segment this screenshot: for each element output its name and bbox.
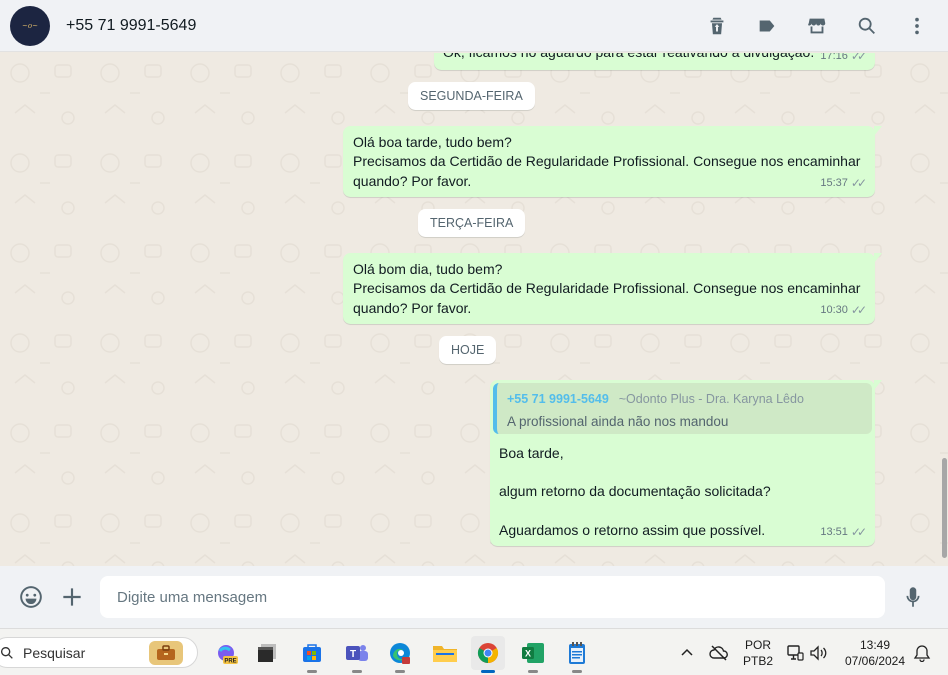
- chat-scrollbar[interactable]: [940, 53, 948, 566]
- folder-icon[interactable]: [428, 636, 462, 670]
- menu-icon[interactable]: [904, 13, 930, 39]
- app-indicator: [307, 670, 317, 673]
- mic-icon[interactable]: [899, 583, 927, 611]
- message-text: Boa tarde, algum retorno da documentação…: [499, 444, 771, 540]
- clock-time: 13:49: [859, 638, 891, 652]
- bubble-tail: [874, 253, 882, 263]
- bubble-tail: [874, 380, 882, 390]
- contact-avatar[interactable]: ~o~: [10, 5, 50, 46]
- plus-icon[interactable]: [58, 583, 86, 611]
- date-divider: HOJE: [439, 336, 497, 364]
- svg-text:PRE: PRE: [224, 659, 236, 665]
- clock-date: 07/06/2024: [844, 654, 906, 668]
- scrollbar-thumb[interactable]: [942, 458, 947, 558]
- chat-area[interactable]: Ok, ficamos no aguardo para estar reativ…: [0, 53, 948, 566]
- message-bubble[interactable]: +55 71 9991-5649 ~Odonto Plus - Dra. Kar…: [490, 380, 882, 546]
- search-label: Pesquisar: [23, 644, 86, 661]
- message-time: 13:51: [820, 525, 848, 538]
- taskbar-clock[interactable]: 13:49 07/06/2024: [840, 637, 910, 669]
- message-meta: 10:30 ✓✓: [820, 301, 867, 320]
- message-text: Olá boa tarde, tudo bem? Precisamos da C…: [353, 133, 860, 191]
- edge-icon[interactable]: [383, 636, 417, 673]
- double-check-icon: ✓✓: [850, 524, 867, 539]
- quoted-message[interactable]: +55 71 9991-5649 ~Odonto Plus - Dra. Kar…: [493, 383, 872, 434]
- app-indicator: [572, 670, 582, 673]
- message-bubble[interactable]: Olá boa tarde, tudo bem? Precisamos da C…: [343, 126, 882, 197]
- message-time: 15:37: [820, 176, 848, 189]
- chat-header: ~o~ +55 71 9991-5649: [0, 0, 948, 52]
- search-icon: [1, 646, 13, 659]
- briefcase-icon: [149, 641, 183, 665]
- keyboard-layout: PTB2: [742, 654, 773, 668]
- message-bubble[interactable]: Olá bom dia, tudo bem? Precisamos da Cer…: [343, 253, 882, 324]
- message-composer: [0, 566, 948, 628]
- quoted-sender: +55 71 9991-5649: [507, 392, 609, 406]
- double-check-icon: ✓✓: [850, 175, 867, 190]
- message-time: 17:16: [820, 53, 848, 62]
- message-meta: 15:37 ✓✓: [820, 174, 867, 193]
- contact-name[interactable]: +55 71 9991-5649: [66, 17, 196, 35]
- message-line: Boa tarde,: [499, 445, 564, 461]
- notification-bell-icon[interactable]: [913, 644, 931, 663]
- message-line: Olá bom dia, tudo bem?: [353, 261, 503, 277]
- copilot-pre-icon[interactable]: PRE: [209, 636, 243, 670]
- volume-icon[interactable]: [809, 644, 829, 662]
- date-divider: SEGUNDA-FEIRA: [408, 82, 535, 110]
- store-icon[interactable]: [295, 636, 329, 673]
- windows-taskbar: Pesquisar PRE T X POR PTB2 13:49 07/06/2…: [0, 628, 948, 675]
- date-divider: TERÇA-FEIRA: [418, 209, 526, 237]
- language-code: POR: [744, 638, 771, 652]
- chrome-icon[interactable]: [471, 636, 505, 673]
- excel-icon[interactable]: X: [516, 636, 550, 673]
- message-text: Olá bom dia, tudo bem? Precisamos da Cer…: [353, 260, 860, 318]
- store-icon[interactable]: [804, 13, 830, 39]
- message-line: quando? Por favor.: [353, 172, 472, 189]
- delete-icon[interactable]: [704, 13, 730, 39]
- chevron-up-icon[interactable]: [679, 645, 695, 661]
- window-icon[interactable]: [250, 636, 284, 670]
- message-time: 10:30: [820, 303, 848, 316]
- message-input[interactable]: [100, 576, 885, 618]
- header-actions: [704, 0, 930, 52]
- bubble-tail: [874, 126, 882, 136]
- message-line: Precisamos da Certidão de Regularidade P…: [353, 153, 861, 170]
- message-text: Ok, ficamos no aguardo para estar reativ…: [443, 53, 814, 62]
- emoji-icon[interactable]: [17, 583, 45, 611]
- double-check-icon: ✓✓: [850, 302, 867, 317]
- message-bubble[interactable]: Ok, ficamos no aguardo para estar reativ…: [434, 53, 875, 70]
- app-indicator: [528, 670, 538, 673]
- message-line: Aguardamos o retorno assim que possível.: [499, 521, 766, 538]
- app-indicator: [395, 670, 405, 673]
- quoted-text: A profissional ainda não nos mandou: [507, 414, 729, 430]
- app-indicator: [352, 670, 362, 673]
- teams-icon[interactable]: T: [340, 636, 374, 673]
- quoted-sender-name: ~Odonto Plus - Dra. Karyna Lêdo: [618, 392, 804, 406]
- message-line: Olá boa tarde, tudo bem?: [353, 134, 512, 150]
- language-indicator[interactable]: POR PTB2: [738, 637, 778, 669]
- message-meta: 17:16 ✓✓: [820, 53, 867, 66]
- message-line: quando? Por favor.: [353, 299, 472, 316]
- search-icon[interactable]: [854, 13, 880, 39]
- network-icon[interactable]: [786, 644, 804, 662]
- double-check-icon: ✓✓: [850, 53, 867, 63]
- notepad-icon[interactable]: [560, 636, 594, 673]
- message-meta: 13:51 ✓✓: [820, 523, 867, 542]
- message-line: algum retorno da documentação solicitada…: [499, 483, 771, 500]
- svg-text:T: T: [350, 649, 356, 660]
- message-line: Precisamos da Certidão de Regularidade P…: [353, 280, 861, 297]
- app-indicator: [481, 670, 495, 673]
- cloud-offline-icon[interactable]: [709, 644, 729, 662]
- taskbar-search[interactable]: Pesquisar: [0, 637, 198, 668]
- label-icon[interactable]: [754, 13, 780, 39]
- svg-text:X: X: [525, 649, 531, 659]
- avatar-logo-icon: ~o~: [22, 21, 38, 30]
